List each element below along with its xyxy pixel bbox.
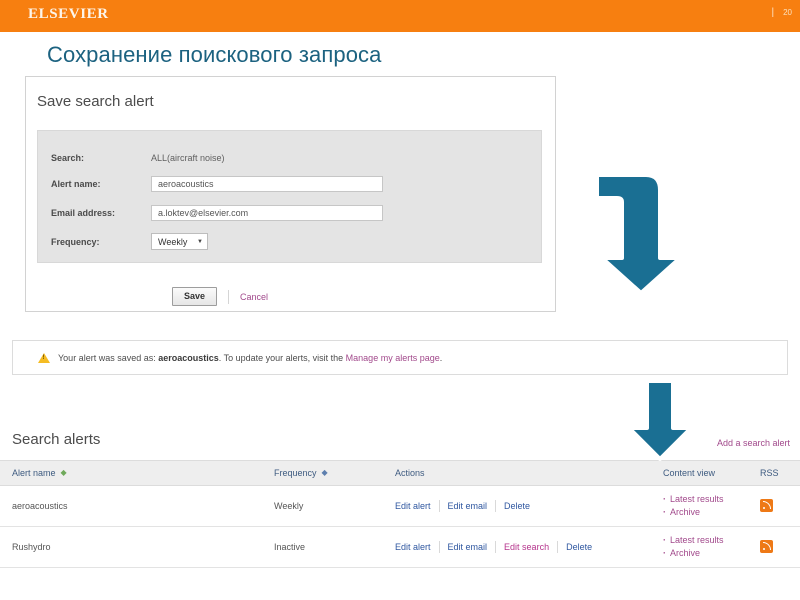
rss-icon[interactable] <box>760 540 773 553</box>
notice-text-before: Your alert was saved as: <box>58 353 158 363</box>
action-divider <box>495 500 496 512</box>
cell-rss <box>760 527 800 568</box>
column-label-actions: Actions <box>395 468 425 478</box>
notice-text: Your alert was saved as: aeroacoustics. … <box>58 353 442 363</box>
sort-arrows-icon[interactable]: ◆ <box>61 469 67 477</box>
email-address-input[interactable] <box>151 205 383 221</box>
cell-alert-name: Rushydro <box>0 527 274 568</box>
notice-text-middle: . To update your alerts, visit the <box>219 353 346 363</box>
action-divider <box>557 541 558 553</box>
table-row: aeroacoustics Weekly Edit alert Edit ema… <box>0 486 800 527</box>
frequency-selected-value: Weekly <box>158 237 187 247</box>
frequency-select[interactable]: Weekly ▼ <box>151 233 208 250</box>
alert-saved-notice: Your alert was saved as: aeroacoustics. … <box>12 340 788 375</box>
bent-arrow-down-icon <box>594 172 686 297</box>
header-right-group: | 20 <box>771 8 792 18</box>
save-button[interactable]: Save <box>172 287 217 306</box>
column-label-frequency: Frequency <box>274 468 317 478</box>
action-divider <box>439 500 440 512</box>
header-separator: | <box>771 8 774 18</box>
search-alerts-table: Alert name ◆ Frequency ◆ Actions Content v… <box>0 460 800 568</box>
table-header-row: Alert name ◆ Frequency ◆ Actions Content v… <box>0 461 800 486</box>
alert-name-label: Alert name: <box>51 179 101 189</box>
cell-actions: Edit alert Edit email Delete <box>395 486 663 527</box>
cell-content-view: Latest results Archive <box>663 527 760 568</box>
search-value: ALL(aircraft noise) <box>151 153 225 163</box>
notice-text-after: . <box>440 353 443 363</box>
search-label: Search: <box>51 153 84 163</box>
straight-arrow-down-icon <box>624 378 696 462</box>
cell-rss <box>760 486 800 527</box>
content-view-list: Latest results Archive <box>663 534 760 560</box>
form-row-frequency: Frequency: Weekly ▼ <box>38 229 541 254</box>
page-number: 20 <box>783 8 792 18</box>
button-divider <box>228 290 229 304</box>
frequency-label: Frequency: <box>51 237 100 247</box>
latest-results-link[interactable]: Latest results <box>663 493 760 506</box>
search-alerts-title: Search alerts <box>12 431 100 448</box>
cell-actions: Edit alert Edit email Edit search Delete <box>395 527 663 568</box>
manage-alerts-link[interactable]: Manage my alerts page <box>346 353 440 363</box>
table-body: aeroacoustics Weekly Edit alert Edit ema… <box>0 486 800 568</box>
edit-alert-link[interactable]: Edit alert <box>395 542 431 552</box>
column-label-alert-name: Alert name <box>12 468 56 478</box>
table-header: Alert name ◆ Frequency ◆ Actions Content v… <box>0 461 800 486</box>
save-search-alert-panel: Save search alert Search: ALL(aircraft n… <box>25 76 556 312</box>
page-title: Сохранение поискового запроса <box>47 42 381 68</box>
column-header-content-view: Content view <box>663 461 760 486</box>
alert-form: Search: ALL(aircraft noise) Alert name: … <box>37 130 542 263</box>
edit-email-link[interactable]: Edit email <box>448 542 488 552</box>
edit-email-link[interactable]: Edit email <box>448 501 488 511</box>
archive-link[interactable]: Archive <box>663 547 760 560</box>
elsevier-logo: ELSEVIER <box>28 6 109 23</box>
delete-link[interactable]: Delete <box>504 501 530 511</box>
form-row-search: Search: ALL(aircraft noise) <box>38 145 541 170</box>
cell-frequency: Weekly <box>274 486 395 527</box>
cell-frequency: Inactive <box>274 527 395 568</box>
page-header: ELSEVIER | 20 <box>0 0 800 32</box>
column-header-alert-name[interactable]: Alert name ◆ <box>0 461 274 486</box>
rss-icon[interactable] <box>760 499 773 512</box>
form-row-alert-name: Alert name: <box>38 171 541 196</box>
archive-link[interactable]: Archive <box>663 506 760 519</box>
column-header-frequency[interactable]: Frequency ◆ <box>274 461 395 486</box>
add-a-search-alert-link[interactable]: Add a search alert <box>717 438 790 448</box>
column-label-content-view: Content view <box>663 468 715 478</box>
cancel-link[interactable]: Cancel <box>240 292 268 302</box>
chevron-down-icon: ▼ <box>197 239 203 245</box>
latest-results-link[interactable]: Latest results <box>663 534 760 547</box>
edit-search-link[interactable]: Edit search <box>504 542 549 552</box>
column-label-rss: RSS <box>760 468 779 478</box>
column-header-actions: Actions <box>395 461 663 486</box>
email-address-label: Email address: <box>51 208 115 218</box>
action-divider <box>439 541 440 553</box>
edit-alert-link[interactable]: Edit alert <box>395 501 431 511</box>
sort-arrows-icon[interactable]: ◆ <box>322 469 328 477</box>
actions-group: Edit alert Edit email Delete <box>395 500 663 512</box>
table-row: Rushydro Inactive Edit alert Edit email … <box>0 527 800 568</box>
cell-alert-name: aeroacoustics <box>0 486 274 527</box>
column-header-rss: RSS <box>760 461 800 486</box>
form-row-email: Email address: <box>38 200 541 225</box>
action-divider <box>495 541 496 553</box>
alert-name-input[interactable] <box>151 176 383 192</box>
panel-title: Save search alert <box>37 93 154 110</box>
notice-alert-name: aeroacoustics <box>158 353 219 363</box>
cell-content-view: Latest results Archive <box>663 486 760 527</box>
delete-link[interactable]: Delete <box>566 542 592 552</box>
panel-buttons: Save Cancel <box>172 287 268 306</box>
warning-icon <box>38 353 50 363</box>
content-view-list: Latest results Archive <box>663 493 760 519</box>
actions-group: Edit alert Edit email Edit search Delete <box>395 541 663 553</box>
